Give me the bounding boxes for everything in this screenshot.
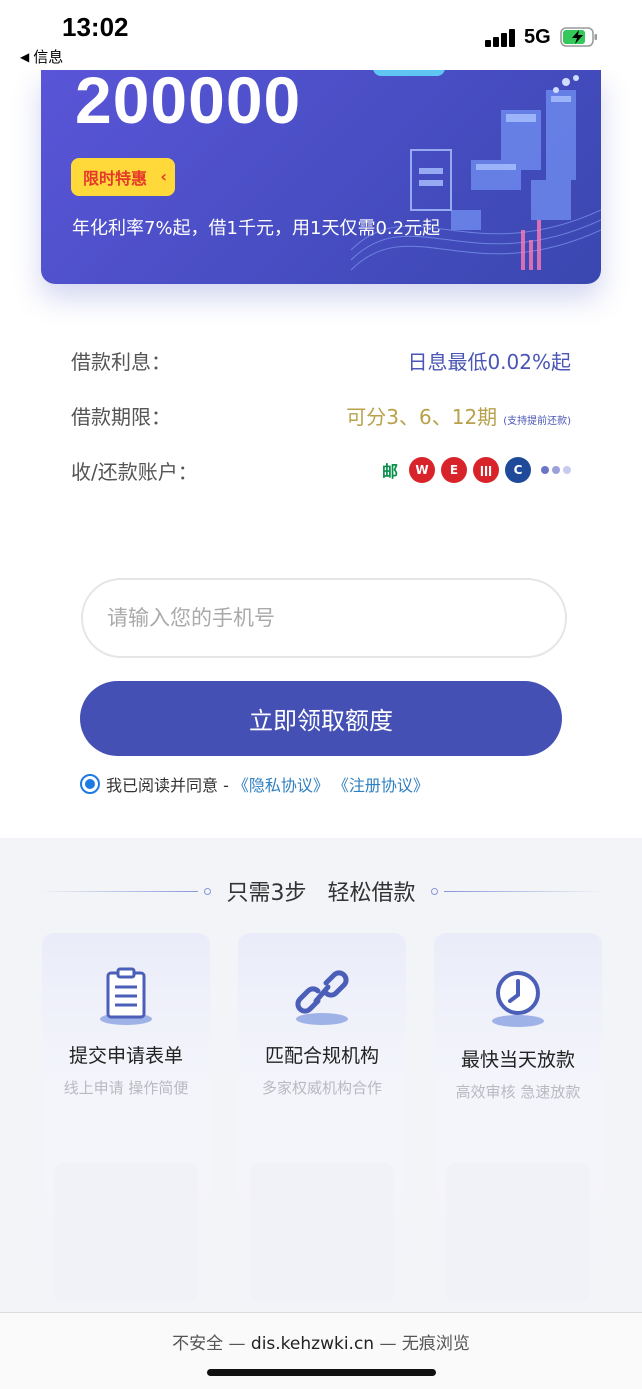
- browser-url-bar[interactable]: 不安全 — dis.kehzwki.cn — 无痕浏览: [0, 1312, 642, 1389]
- term-row: 借款期限： 可分3、6、12期 (支持提前还款): [71, 400, 571, 430]
- agreement-row: 我已阅读并同意 - 《隐私协议》 《注册协议》: [80, 772, 429, 796]
- home-indicator[interactable]: [207, 1369, 436, 1376]
- steps-title: 只需3步 轻松借款: [226, 881, 416, 906]
- term-value-wrap: 可分3、6、12期 (支持提前还款): [346, 401, 571, 430]
- clipboard-icon: [100, 967, 152, 1025]
- phone-input[interactable]: [81, 578, 567, 658]
- loan-amount: 200000: [75, 70, 302, 137]
- agree-text: 我已阅读并同意 -: [106, 776, 229, 795]
- divider-dot-right: [431, 887, 439, 895]
- step-name: 最快当天放款: [460, 1049, 575, 1071]
- agree-checkbox[interactable]: [80, 774, 100, 794]
- step-sub: 多家权威机构合作: [261, 1079, 382, 1097]
- clock-icon: [492, 971, 544, 1027]
- account-row: 收/还款账户： 邮 W E ǀǀǀ C: [71, 455, 571, 485]
- status-bar: 13:02 ◀ 信息 5G: [0, 0, 642, 70]
- back-to-app-button[interactable]: ◀ 信息: [20, 46, 63, 67]
- interest-row: 借款利息： 日息最低0.02%起: [71, 345, 571, 375]
- clock: 13:02: [62, 12, 129, 42]
- signal-icon: [485, 29, 519, 47]
- step-name: 提交申请表单: [68, 1045, 183, 1067]
- url-domain: dis.kehzwki.cn: [250, 1334, 375, 1354]
- limited-offer-tag: 限时特惠 ‹: [71, 158, 176, 196]
- card-placeholder: [54, 1163, 198, 1303]
- step-card-match: 匹配合规机构 多家权威机构合作: [238, 933, 406, 1303]
- bank-w-icon: W: [409, 457, 435, 483]
- step-card-payout: 最快当天放款 高效审核 急速放款: [434, 933, 602, 1303]
- step-sub: 线上申请 操作简便: [63, 1079, 189, 1097]
- city-illustration: [351, 75, 601, 271]
- step-name: 匹配合规机构: [264, 1045, 379, 1067]
- term-value: 可分3、6、12期: [346, 404, 498, 429]
- register-link[interactable]: 《注册协议》: [333, 772, 429, 796]
- interest-value: 日息最低0.02%起: [407, 349, 571, 374]
- privacy-link[interactable]: 《隐私协议》: [233, 772, 329, 796]
- more-banks-icon: [541, 466, 571, 474]
- step-card-submit: 提交申请表单 线上申请 操作简便: [42, 933, 210, 1303]
- bank-e-icon: E: [441, 457, 467, 483]
- steps-header: 只需3步 轻松借款: [0, 876, 642, 906]
- back-arrow-icon: ◀: [20, 49, 30, 64]
- url-private-label: — 无痕浏览: [374, 1334, 470, 1354]
- steps-section: 只需3步 轻松借款 提交申请表单 线上申请 操作简便 匹配合规机构 多家权威机构…: [0, 838, 642, 1312]
- interest-label: 借款利息：: [71, 349, 171, 374]
- bank-icons: 邮 W E ǀǀǀ C: [377, 457, 571, 483]
- link-icon: [295, 970, 349, 1025]
- industrial-bank-icon: ǀǀǀ: [473, 457, 499, 483]
- chevron-left-icon: ‹: [160, 167, 168, 186]
- url-insecure-label: 不安全 —: [172, 1334, 251, 1354]
- back-label: 信息: [33, 49, 64, 66]
- limited-offer-label: 限时特惠: [83, 169, 148, 188]
- network-type: 5G: [524, 26, 551, 48]
- step-sub: 高效审核 急速放款: [455, 1083, 581, 1101]
- postal-savings-bank-icon: 邮: [377, 457, 403, 483]
- card-placeholder: [250, 1163, 394, 1303]
- banner-description: 年化利率7%起，借1千元，用1天仅需0.2元起: [72, 218, 441, 239]
- promo-banner[interactable]: 200000 限时特惠 ‹ 年化利率7%起，借1千元，用1天仅需0.2元起: [41, 70, 601, 284]
- term-note: (支持提前还款): [503, 415, 571, 427]
- claim-quota-button[interactable]: 立即领取额度: [80, 681, 562, 756]
- term-label: 借款期限：: [71, 404, 171, 429]
- account-label: 收/还款账户：: [71, 459, 198, 484]
- battery-charging-icon: [560, 27, 597, 47]
- divider-left: [37, 890, 198, 892]
- url-text: 不安全 — dis.kehzwki.cn — 无痕浏览: [0, 1329, 642, 1354]
- card-placeholder: [446, 1163, 590, 1303]
- divider-right: [444, 890, 605, 892]
- construction-bank-icon: C: [505, 457, 531, 483]
- divider-dot-left: [203, 887, 211, 895]
